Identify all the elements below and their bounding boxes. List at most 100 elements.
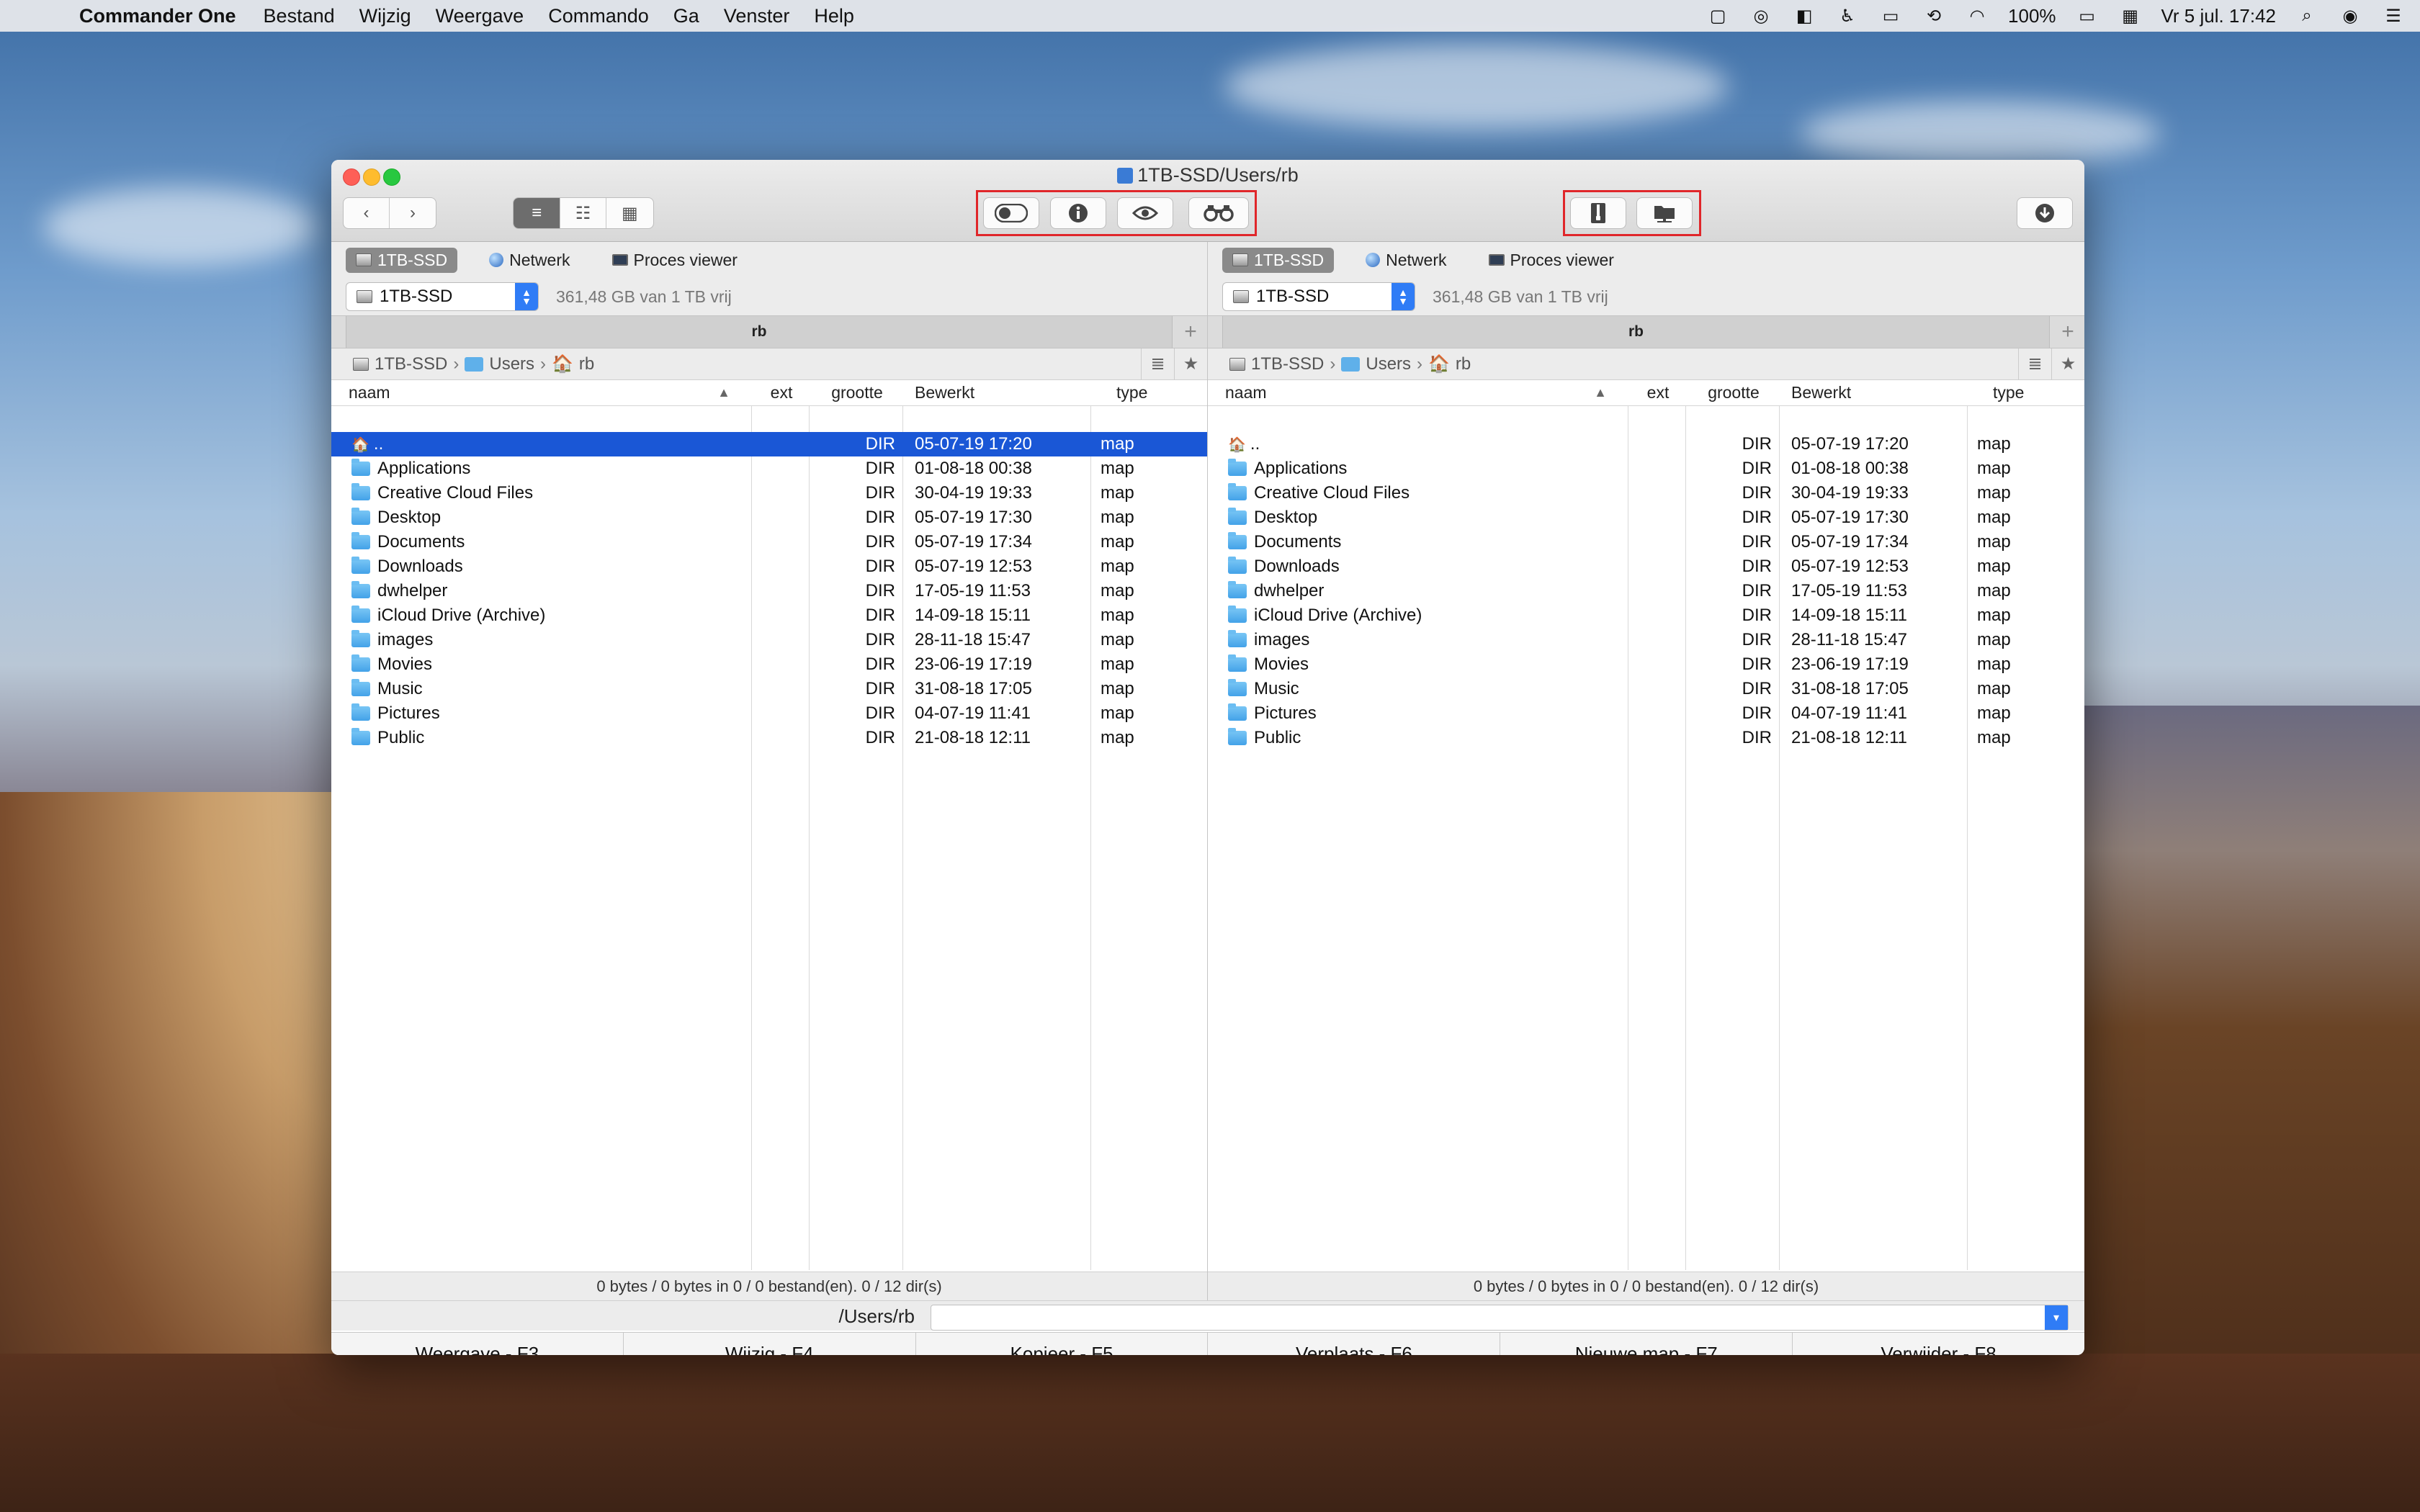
quick-view-button[interactable]: [1117, 197, 1173, 229]
table-row[interactable]: Documents DIR 05-07-19 17:34 map: [1208, 530, 2084, 554]
breadcrumb-item[interactable]: rb: [579, 354, 594, 374]
notification-center-icon[interactable]: ☰: [2381, 6, 2406, 26]
delete-f8-button[interactable]: Verwijder - F8: [1793, 1333, 2084, 1355]
view-f3-button[interactable]: Weergave - F3: [331, 1333, 624, 1355]
table-row[interactable]: Public DIR 21-08-18 12:11 map: [331, 726, 1207, 750]
creative-cloud-icon[interactable]: ◎: [1749, 6, 1773, 26]
menu-item-bestand[interactable]: Bestand: [264, 5, 335, 27]
history-list-icon[interactable]: ≣: [2018, 348, 2051, 379]
search-button[interactable]: [1188, 197, 1249, 229]
info-button[interactable]: [1050, 197, 1106, 229]
battery-icon[interactable]: ▭: [2075, 6, 2099, 26]
table-row[interactable]: Movies DIR 23-06-19 17:19 map: [331, 652, 1207, 677]
breadcrumb-item[interactable]: Users: [489, 354, 534, 374]
breadcrumb-item[interactable]: rb: [1456, 354, 1471, 374]
drive-tab-1tb-ssd[interactable]: 1TB-SSD: [1222, 247, 1335, 273]
table-row[interactable]: images DIR 28-11-18 15:47 map: [1208, 628, 2084, 652]
menu-item-commando[interactable]: Commando: [548, 5, 649, 27]
breadcrumb-item[interactable]: 1TB-SSD: [375, 354, 447, 374]
column-size[interactable]: grootte: [810, 380, 904, 405]
move-f6-button[interactable]: Verplaats - F6: [1208, 1333, 1501, 1355]
table-row[interactable]: Pictures DIR 04-07-19 11:41 map: [1208, 701, 2084, 726]
table-row[interactable]: Desktop DIR 05-07-19 17:30 map: [1208, 505, 2084, 530]
breadcrumb-item[interactable]: 1TB-SSD: [1251, 354, 1324, 374]
history-list-icon[interactable]: ≣: [1141, 348, 1174, 379]
column-modified[interactable]: Bewerkt: [915, 380, 1095, 405]
menu-item-ga[interactable]: Ga: [673, 5, 699, 27]
column-name[interactable]: naam ▲: [1225, 380, 1614, 405]
menu-item-weergave[interactable]: Weergave: [436, 5, 524, 27]
new-folder-f7-button[interactable]: Nieuwe map - F7: [1500, 1333, 1793, 1355]
status-menu-icon[interactable]: ▢: [1706, 6, 1730, 26]
drive-tab-process-viewer[interactable]: Proces viewer: [1479, 248, 1624, 273]
edit-f4-button[interactable]: Wijzig - F4: [624, 1333, 916, 1355]
wifi-icon[interactable]: ◠: [1965, 6, 1989, 26]
table-row[interactable]: Downloads DIR 05-07-19 12:53 map: [331, 554, 1207, 579]
table-row[interactable]: Creative Cloud Files DIR 30-04-19 19:33 map: [331, 481, 1207, 505]
copy-f5-button[interactable]: Kopieer - F5: [916, 1333, 1209, 1355]
menu-item-venster[interactable]: Venster: [724, 5, 790, 27]
table-row[interactable]: iCloud Drive (Archive) DIR 14-09-18 15:11 m…: [1208, 603, 2084, 628]
command-input[interactable]: ▾: [931, 1305, 2069, 1331]
column-type[interactable]: type: [1109, 380, 1196, 405]
drive-tab-process-viewer[interactable]: Proces viewer: [602, 248, 748, 273]
drive-tab-netwerk[interactable]: Netwerk: [479, 248, 580, 273]
clock[interactable]: Vr 5 jul. 17:42: [2161, 5, 2276, 27]
volume-select[interactable]: 1TB-SSD ▲ ▼: [1222, 282, 1415, 311]
chevron-down-icon[interactable]: ▾: [2045, 1305, 2068, 1330]
archive-button[interactable]: [1570, 197, 1626, 229]
table-row[interactable]: Documents DIR 05-07-19 17:34 map: [331, 530, 1207, 554]
table-row[interactable]: Movies DIR 23-06-19 17:19 map: [1208, 652, 2084, 677]
table-row[interactable]: Desktop DIR 05-07-19 17:30 map: [331, 505, 1207, 530]
favorites-star-icon[interactable]: ★: [2051, 348, 2084, 379]
column-type[interactable]: type: [1986, 380, 2072, 405]
column-name[interactable]: naam ▲: [349, 380, 738, 405]
column-ext[interactable]: ext: [1629, 380, 1687, 405]
table-row[interactable]: Applications DIR 01-08-18 00:38 map: [1208, 456, 2084, 481]
table-row[interactable]: 🏠.. DIR 05-07-19 17:20 map: [1208, 432, 2084, 456]
menu-app-name[interactable]: Commander One: [79, 5, 236, 27]
panel-tab[interactable]: rb: [1222, 316, 2050, 348]
table-row[interactable]: dwhelper DIR 17-05-19 11:53 map: [331, 579, 1207, 603]
table-row[interactable]: Music DIR 31-08-18 17:05 map: [1208, 677, 2084, 701]
column-ext[interactable]: ext: [753, 380, 810, 405]
forward-button[interactable]: ›: [390, 198, 436, 228]
icon-view-icon[interactable]: ▦: [606, 198, 653, 228]
menu-item-help[interactable]: Help: [814, 5, 854, 27]
terminal-button[interactable]: [1636, 197, 1693, 229]
table-row[interactable]: Creative Cloud Files DIR 30-04-19 19:33 map: [1208, 481, 2084, 505]
panel-tab[interactable]: rb: [346, 316, 1173, 348]
spotlight-search-icon[interactable]: ⌕: [2295, 6, 2319, 26]
status-d-icon[interactable]: ◧: [1792, 6, 1816, 26]
table-row[interactable]: dwhelper DIR 17-05-19 11:53 map: [1208, 579, 2084, 603]
breadcrumb-item[interactable]: Users: [1366, 354, 1411, 374]
table-row[interactable]: images DIR 28-11-18 15:47 map: [331, 628, 1207, 652]
time-machine-icon[interactable]: ⟲: [1922, 6, 1946, 26]
drive-tab-netwerk[interactable]: Netwerk: [1355, 248, 1456, 273]
battery-percent[interactable]: 100%: [2008, 5, 2056, 27]
list-view-icon[interactable]: ≡: [514, 198, 561, 228]
favorites-star-icon[interactable]: ★: [1174, 348, 1207, 379]
calendar-icon[interactable]: ▦: [2118, 6, 2143, 26]
table-row[interactable]: Pictures DIR 04-07-19 11:41 map: [331, 701, 1207, 726]
downloads-button[interactable]: [2017, 197, 2073, 229]
table-row[interactable]: 🏠.. DIR 05-07-19 17:20 map: [331, 432, 1207, 456]
toggle-hidden-files-button[interactable]: [983, 197, 1039, 229]
column-modified[interactable]: Bewerkt: [1791, 380, 1971, 405]
table-row[interactable]: Music DIR 31-08-18 17:05 map: [331, 677, 1207, 701]
column-size[interactable]: grootte: [1687, 380, 1780, 405]
accessibility-icon[interactable]: ♿: [1835, 6, 1860, 26]
volume-select[interactable]: 1TB-SSD ▲ ▼: [346, 282, 539, 311]
table-row[interactable]: Public DIR 21-08-18 12:11 map: [1208, 726, 2084, 750]
airplay-icon[interactable]: ▭: [1878, 6, 1903, 26]
add-tab-button[interactable]: +: [1174, 316, 1207, 348]
table-row[interactable]: iCloud Drive (Archive) DIR 14-09-18 15:11 m…: [331, 603, 1207, 628]
menu-item-wijzig[interactable]: Wijzig: [359, 5, 411, 27]
detail-view-icon[interactable]: ☷: [560, 198, 606, 228]
table-row[interactable]: Downloads DIR 05-07-19 12:53 map: [1208, 554, 2084, 579]
siri-icon[interactable]: ◉: [2338, 6, 2362, 26]
add-tab-button[interactable]: +: [2051, 316, 2084, 348]
back-button[interactable]: ‹: [344, 198, 390, 228]
table-row[interactable]: Applications DIR 01-08-18 00:38 map: [331, 456, 1207, 481]
drive-tab-1tb-ssd[interactable]: 1TB-SSD: [346, 247, 458, 273]
